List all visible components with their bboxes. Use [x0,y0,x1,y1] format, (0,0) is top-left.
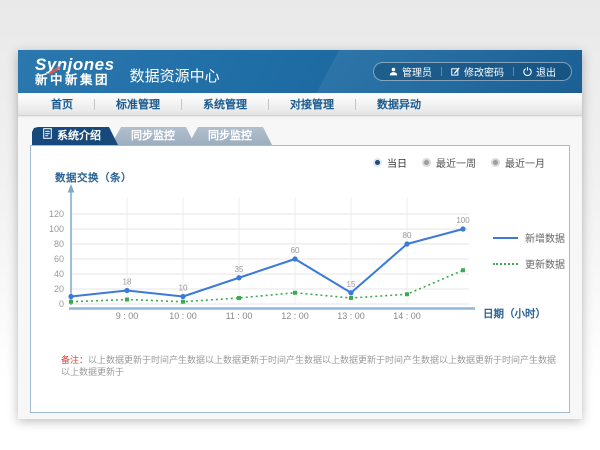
svg-text:11 : 00: 11 : 00 [226,311,253,321]
power-icon [523,67,532,76]
svg-text:100: 100 [456,216,470,225]
brand-logo: Synjones 新中新集团 [35,56,115,88]
main-nav: 首页 标准管理 系统管理 对接管理 数据异动 [18,93,582,116]
tab-sync-monitor-1[interactable]: 同步监控 [111,127,195,145]
user-toolbar: 管理员 修改密码 退出 [373,62,572,81]
y-axis-title: 数据交换（条） [55,170,132,185]
tab-label: 同步监控 [208,127,252,145]
svg-text:100: 100 [49,224,64,234]
svg-text:35: 35 [235,265,244,274]
svg-text:60: 60 [54,254,64,264]
footnote: 备注：以上数据更新于时间产生数据以上数据更新于时间产生数据以上数据更新于时间产生… [61,354,557,378]
tab-label: 系统介绍 [57,127,101,145]
svg-text:9 : 00: 9 : 00 [116,311,139,321]
legend-item-new-data[interactable]: 新增数据 [493,230,565,245]
chart-legend: 新增数据 更新数据 [493,230,565,271]
svg-text:10: 10 [179,284,188,293]
radio-icon [491,158,500,167]
svg-text:20: 20 [54,284,64,294]
svg-text:15: 15 [347,280,356,289]
svg-text:120: 120 [49,209,64,219]
logout-button[interactable]: 退出 [514,64,565,79]
nav-item-interface-mgmt[interactable]: 对接管理 [269,96,355,112]
app-window: Synjones 新中新集团 数据资源中心 管理员 修改密码 [18,50,582,418]
legend-label: 新增数据 [525,230,565,245]
user-icon [389,67,398,76]
svg-text:0: 0 [59,299,64,309]
svg-text:13 : 00: 13 : 00 [337,311,365,321]
tab-sync-monitor-2[interactable]: 同步监控 [188,127,272,145]
filter-today[interactable]: 当日 [373,155,407,170]
tab-bar: 系统介绍 同步监控 同步监控 [18,116,582,145]
svg-text:80: 80 [54,239,64,249]
chart-panel: 当日 最近一周 最近一月 数据交换（条） 0 20 40 60 80 100 120 9 : … [30,145,570,413]
logout-label: 退出 [536,64,556,79]
nav-item-home[interactable]: 首页 [30,96,94,112]
svg-text:40: 40 [54,269,64,279]
change-password-button[interactable]: 修改密码 [442,64,513,79]
line-swatch-dotted [493,263,518,265]
brand-logo-en: Synjones [35,56,115,74]
svg-text:80: 80 [403,231,412,240]
line-swatch-solid [493,237,518,239]
tab-system-intro[interactable]: 系统介绍 [32,127,118,145]
nav-item-standard-mgmt[interactable]: 标准管理 [95,96,181,112]
app-header: Synjones 新中新集团 数据资源中心 管理员 修改密码 [18,50,582,93]
nav-item-data-change[interactable]: 数据异动 [356,96,442,112]
current-user-button[interactable]: 管理员 [380,64,441,79]
change-password-label: 修改密码 [464,64,504,79]
current-user-label: 管理员 [402,64,432,79]
footnote-text: 以上数据更新于时间产生数据以上数据更新于时间产生数据以上数据更新于时间产生数据以… [61,355,556,377]
nav-item-system-mgmt[interactable]: 系统管理 [182,96,268,112]
period-filter-group: 当日 最近一周 最近一月 [373,155,545,170]
svg-text:14 : 00: 14 : 00 [393,311,421,321]
page-title: 数据资源中心 [130,57,220,86]
radio-icon [373,158,382,167]
filter-last-week[interactable]: 最近一周 [422,155,476,170]
brand-logo-cn: 新中新集团 [35,74,115,88]
document-icon [43,127,52,145]
filter-label: 最近一月 [505,155,545,170]
footnote-label: 备注： [61,355,88,365]
legend-item-updated-data[interactable]: 更新数据 [493,256,565,271]
content-area: 系统介绍 同步监控 同步监控 当日 最近一周 [18,116,582,419]
legend-label: 更新数据 [525,256,565,271]
edit-icon [451,67,460,76]
filter-last-month[interactable]: 最近一月 [491,155,545,170]
filter-label: 当日 [387,155,407,170]
svg-text:60: 60 [291,246,300,255]
tab-label: 同步监控 [131,127,175,145]
svg-text:10 : 00: 10 : 00 [169,311,197,321]
radio-icon [422,158,431,167]
filter-label: 最近一周 [436,155,476,170]
svg-text:12 : 00: 12 : 00 [281,311,309,321]
svg-text:18: 18 [123,278,132,287]
x-axis-title: 日期（小时） [483,306,546,321]
